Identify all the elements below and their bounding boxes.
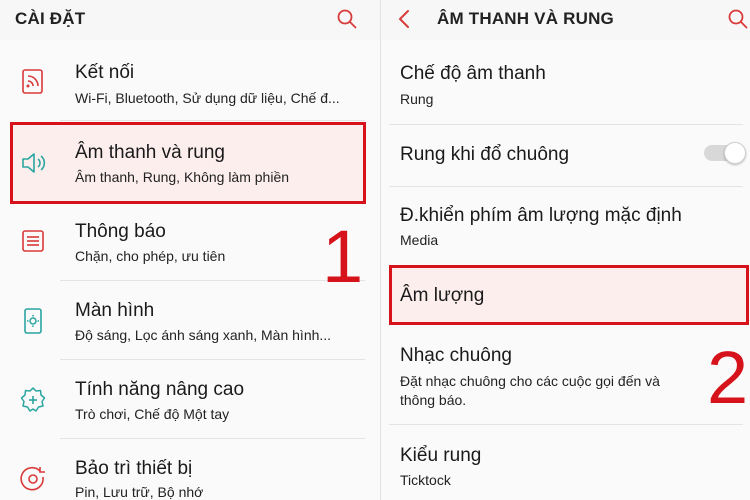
sound-vibration-header: ÂM THANH VÀ RUNG <box>381 0 750 40</box>
divider <box>60 438 365 439</box>
item-subtitle: Rung <box>400 91 434 107</box>
speaker-icon <box>22 153 46 173</box>
item-title: Rung khi đổ chuông <box>400 144 570 165</box>
item-title: Kiểu rung <box>400 445 482 466</box>
item-subtitle: Đặt nhạc chuông cho các cuộc gọi đến và <box>400 373 660 389</box>
item-subtitle: Độ sáng, Lọc ánh sáng xanh, Màn hình... <box>75 327 332 343</box>
settings-header: CÀI ĐẶT <box>0 0 380 40</box>
item-subtitle: Wi-Fi, Bluetooth, Sử dụng dữ liệu, Chế đ… <box>75 90 340 106</box>
item-subtitle: Pin, Lưu trữ, Bộ nhớ <box>75 484 204 500</box>
divider <box>389 186 743 187</box>
item-title: Nhạc chuông <box>400 345 512 366</box>
divider <box>60 359 365 360</box>
page-title: ÂM THANH VÀ RUNG <box>437 9 614 28</box>
divider <box>389 124 743 125</box>
item-title: Bảo trì thiết bị <box>75 458 193 479</box>
item-title: Kết nối <box>75 62 135 83</box>
item-title: Đ.khiển phím âm lượng mặc định <box>400 205 682 226</box>
item-subtitle: Media <box>400 232 439 248</box>
notification-icon <box>22 230 44 252</box>
item-subtitle: Ticktock <box>400 472 451 488</box>
toggle-knob <box>724 142 746 164</box>
item-title: Tính năng nâng cao <box>75 379 245 400</box>
item-title: Thông báo <box>75 221 166 242</box>
divider <box>60 120 365 121</box>
vibrate-while-ringing-toggle[interactable] <box>704 142 746 164</box>
item-subtitle: Trò chơi, Chế độ Một tay <box>75 406 230 422</box>
step-number-label: 1 <box>322 215 364 298</box>
search-icon[interactable] <box>727 8 749 30</box>
divider <box>60 280 365 281</box>
advanced-features-icon <box>20 387 46 412</box>
search-icon[interactable] <box>336 8 358 30</box>
item-title: Âm lượng <box>400 285 485 306</box>
item-subtitle: Chặn, cho phép, ưu tiên <box>75 248 226 264</box>
device-maintenance-icon <box>20 466 45 491</box>
item-subtitle: thông báo. <box>400 392 467 408</box>
divider <box>389 424 743 425</box>
item-title: Chế độ âm thanh <box>400 63 546 84</box>
back-arrow-icon[interactable] <box>396 7 412 31</box>
step-number-label: 2 <box>707 336 749 419</box>
sound-vibration-screen: ÂM THANH VÀ RUNG Chế độ âm thanh Rung Ru… <box>380 0 750 500</box>
item-title: Âm thanh và rung <box>75 142 225 163</box>
display-icon <box>24 308 42 334</box>
settings-screen: CÀI ĐẶT Kết nối Wi-Fi, Bluetooth, Sử dụn… <box>0 0 380 500</box>
page-title: CÀI ĐẶT <box>15 9 86 28</box>
item-title: Màn hình <box>75 300 155 321</box>
wifi-icon <box>22 69 43 94</box>
item-subtitle: Âm thanh, Rung, Không làm phiền <box>75 169 290 185</box>
